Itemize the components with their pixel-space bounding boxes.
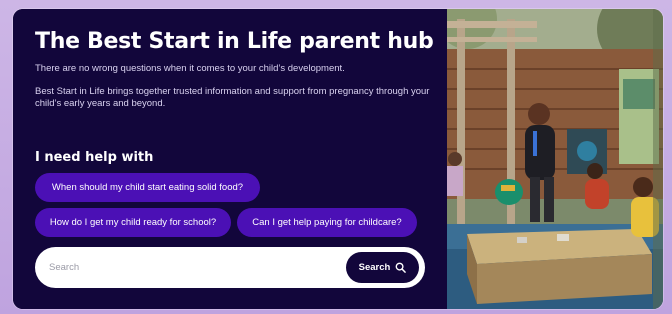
search-button-label: Search xyxy=(358,262,391,273)
chip-ready-for-school[interactable]: How do I get my child ready for school? xyxy=(35,208,231,237)
hero-photo xyxy=(447,9,663,309)
intro-text: There are no wrong questions when it com… xyxy=(35,63,345,74)
search-bar: Search xyxy=(35,247,425,288)
search-button[interactable]: Search xyxy=(346,252,419,283)
hero-text-panel: The Best Start in Life parent hub There … xyxy=(13,9,447,309)
chip-solid-food[interactable]: When should my child start eating solid … xyxy=(35,173,260,202)
search-input[interactable] xyxy=(49,257,339,277)
photo-illustration xyxy=(447,9,663,309)
chip-childcare-costs[interactable]: Can I get help paying for childcare? xyxy=(237,208,417,237)
magnifier-icon xyxy=(395,262,407,273)
hero-card: The Best Start in Life parent hub There … xyxy=(13,9,663,309)
help-heading: I need help with xyxy=(35,150,154,165)
page-title: The Best Start in Life parent hub xyxy=(35,29,434,54)
description-text: Best Start in Life brings together trust… xyxy=(35,86,430,109)
